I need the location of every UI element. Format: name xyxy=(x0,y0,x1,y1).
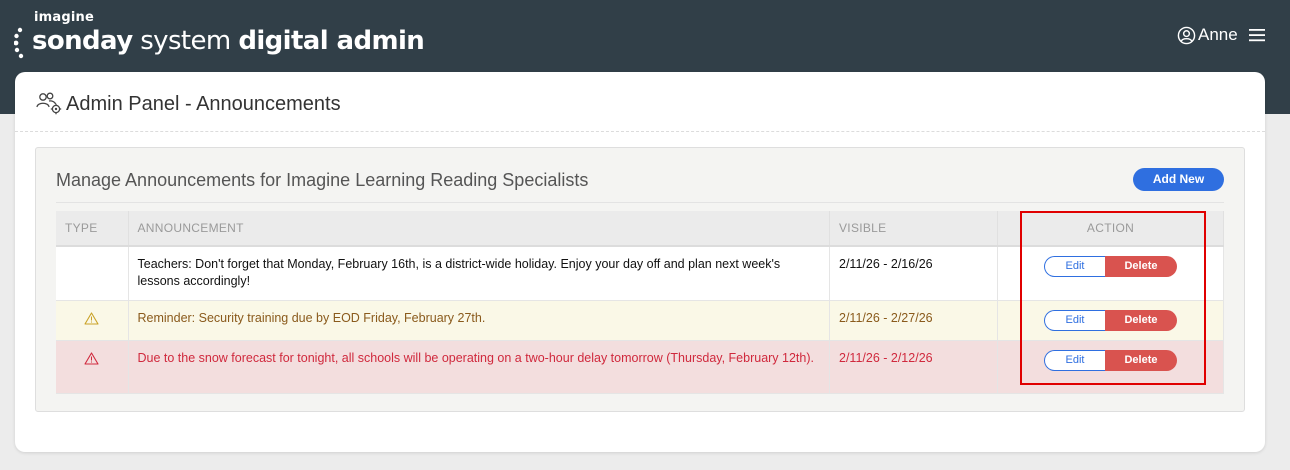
announcement-cell: Due to the snow forecast for tonight, al… xyxy=(128,340,830,394)
column-header-type: TYPE xyxy=(56,211,129,247)
logo-burst-icon xyxy=(14,27,24,59)
hamburger-menu-icon[interactable] xyxy=(1248,27,1266,43)
add-new-button[interactable]: Add New xyxy=(1133,168,1224,191)
action-column-highlight-box xyxy=(1020,211,1206,385)
type-cell xyxy=(56,340,129,394)
visible-cell: 2/11/26 - 2/27/26 xyxy=(829,300,998,341)
visible-cell: 2/11/26 - 2/16/26 xyxy=(829,246,998,301)
logo-main-text: sonday system digital admin xyxy=(32,26,425,56)
type-cell xyxy=(56,246,129,301)
warning-triangle-icon xyxy=(84,311,99,325)
account-circle-icon xyxy=(1177,26,1196,44)
users-gear-icon xyxy=(36,92,62,115)
page-title: Admin Panel - Announcements xyxy=(66,93,341,115)
column-header-announcement: ANNOUNCEMENT xyxy=(128,211,830,247)
user-menu[interactable]: Anne xyxy=(1177,25,1266,45)
announcement-cell: Reminder: Security training due by EOD F… xyxy=(128,300,830,341)
logo-small-text: imagine xyxy=(34,10,95,25)
column-header-visible: VISIBLE xyxy=(829,211,998,247)
divider xyxy=(56,202,1224,203)
card-header: Admin Panel - Announcements xyxy=(15,72,1265,132)
user-name: Anne xyxy=(1198,25,1238,44)
panel-title: Manage Announcements for Imagine Learnin… xyxy=(56,170,589,190)
danger-triangle-icon xyxy=(84,351,99,365)
announcement-cell: Teachers: Don't forget that Monday, Febr… xyxy=(128,246,830,301)
type-cell xyxy=(56,300,129,341)
visible-cell: 2/11/26 - 2/12/26 xyxy=(829,340,998,394)
